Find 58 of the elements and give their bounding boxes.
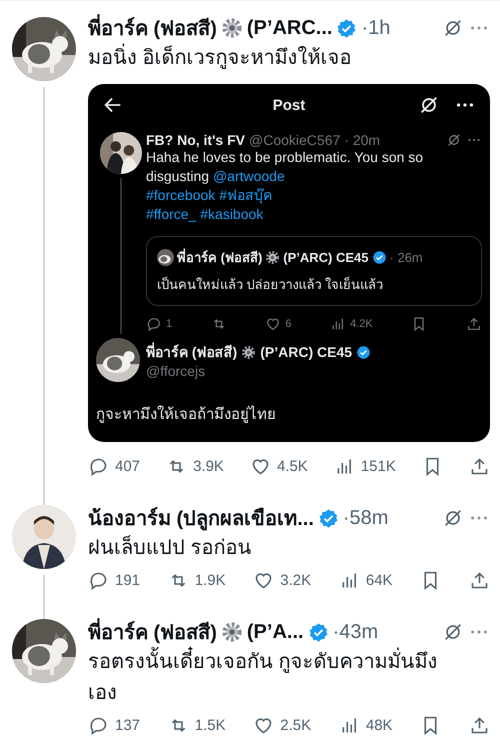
quoted-post[interactable]: พี่อาร์ค (ฟอสสี) (P’ARC) CE45 · 26m เป็นคนใหม่แล้ว ปล่อยวางแล้ว ใจเย็นแล้ว	[146, 236, 482, 306]
reply-button[interactable]: 1	[146, 314, 172, 334]
post-text: กูจะหามึงให้เจอถ้ามึงอยู่ไทย	[96, 404, 277, 425]
author-name: พี่อาร์ค (ฟอสสี)	[177, 248, 262, 267]
post-time: ·43m	[332, 620, 378, 644]
link[interactable]: #kasibook	[200, 206, 264, 222]
author-name[interactable]: น้องอาร์ม (ปลูกผลเขือเท...	[88, 502, 314, 534]
post-time: · 20m	[344, 132, 380, 148]
share-icon	[468, 570, 490, 591]
post-text: รอตรงนั้นเดี๋ยวเจอกัน กูจะดับความมั่นมึงเอง	[88, 647, 490, 709]
link[interactable]: #ฟอสบุ๊ค	[219, 187, 272, 203]
reply-icon	[88, 715, 109, 736]
post-text: เป็นคนใหม่แล้ว ปล่อยวางแล้ว ใจเย็นแล้ว	[157, 276, 384, 294]
like-button[interactable]: 2.5K	[253, 713, 312, 738]
author-handle: @CookieC567	[249, 132, 340, 148]
like-button[interactable]: 6	[265, 314, 292, 334]
slashed-circle-icon[interactable]	[442, 17, 464, 39]
post-time: · 26m	[390, 250, 423, 265]
screen-title: Post	[272, 96, 306, 114]
author-name: (P’ARC) CE45	[283, 250, 369, 265]
repost-button[interactable]: 3.9K	[166, 454, 224, 479]
slashed-circle-icon[interactable]	[442, 507, 464, 529]
share-icon	[466, 316, 482, 332]
post-time: ·1h	[361, 16, 390, 40]
reply-icon	[88, 570, 109, 591]
views-button[interactable]: 48K	[338, 713, 393, 738]
reply-icon	[146, 316, 162, 332]
views-button[interactable]: 4.2K	[330, 314, 373, 334]
share-icon	[468, 715, 490, 736]
post-time: ·58m	[342, 506, 388, 530]
repost-button[interactable]: 1.5K	[168, 713, 226, 738]
like-button[interactable]: 4.5K	[250, 454, 308, 479]
author-name[interactable]: พี่อาร์ค (ฟอสสี)	[146, 341, 238, 363]
reply-button[interactable]: 407	[88, 454, 140, 479]
views-button[interactable]: 64K	[338, 568, 393, 593]
reply-button[interactable]: 191	[88, 568, 140, 593]
author-name[interactable]: FB? No, it's FV	[146, 132, 245, 148]
link[interactable]: #fforce_	[146, 206, 196, 222]
share-icon	[468, 456, 490, 477]
link[interactable]: #forcebook	[146, 187, 216, 203]
author-handle: @fforcejs	[146, 363, 206, 379]
link[interactable]: @artwoode	[212, 168, 285, 184]
slashed-circle-icon[interactable]	[418, 94, 440, 116]
author-name[interactable]: พี่อาร์ค (ฟอสสี)	[88, 616, 217, 648]
like-icon	[265, 316, 282, 332]
like-button[interactable]: 3.2K	[253, 568, 312, 593]
slashed-circle-icon[interactable]	[442, 621, 464, 643]
post-text: ฝนเล็บแปป รอก่อน	[88, 534, 253, 561]
repost-button[interactable]: 1.9K	[168, 568, 226, 593]
views-button[interactable]: 151K	[334, 454, 396, 479]
reply-icon	[88, 456, 109, 477]
post-text: มอนิ่ง อิเด็กเวรกูจะหามึงให้เจอ	[88, 43, 490, 74]
author-name[interactable]: (P’A...	[246, 620, 304, 644]
author-name[interactable]: พี่อาร์ค (ฟอสสี)	[88, 12, 217, 44]
reply-button[interactable]: 137	[88, 713, 140, 738]
post-text: Haha he loves to be problematic. You son so disgusting @artwoode	[146, 148, 424, 186]
author-name[interactable]: (P’ARC...	[246, 16, 332, 40]
author-name[interactable]: (P’ARC) CE45	[260, 344, 352, 360]
